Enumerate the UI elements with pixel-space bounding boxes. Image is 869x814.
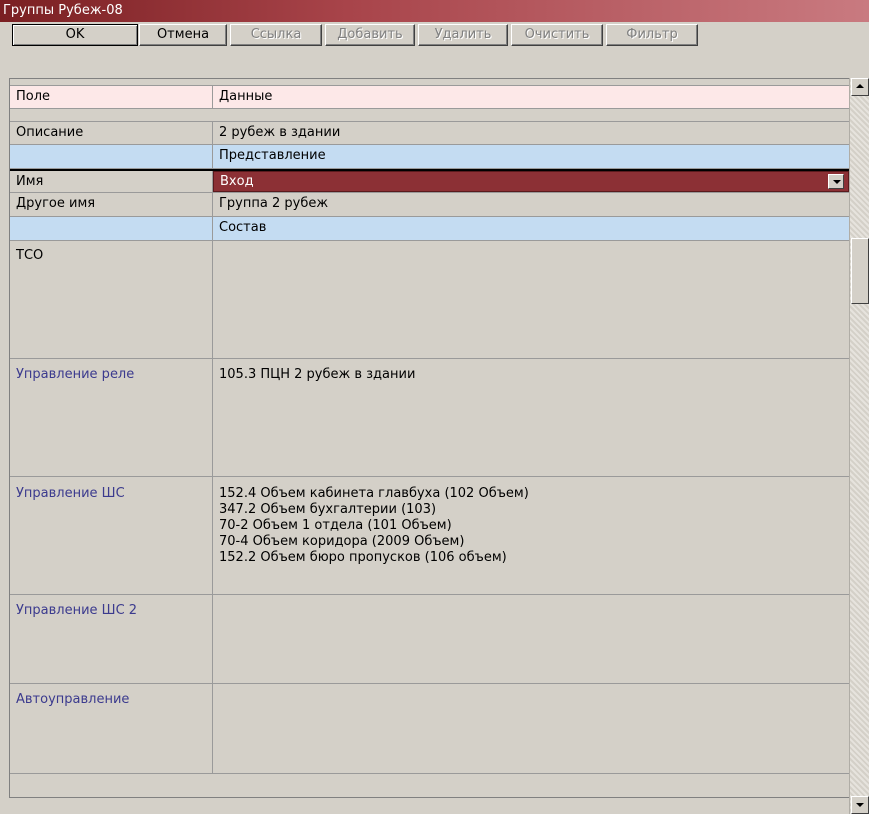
vertical-scrollbar[interactable] — [849, 78, 869, 814]
description-value[interactable]: 2 рубеж в здании — [213, 122, 849, 144]
section-composition-label: Состав — [219, 220, 267, 235]
property-grid: Поле Данные Описание 2 рубеж в здании Пр… — [9, 78, 849, 798]
row-zone-control[interactable]: Управление ШС 152.4 Объем кабинета главб… — [10, 477, 849, 595]
header-data: Данные — [219, 89, 273, 104]
name-dropdown[interactable]: Вход — [213, 171, 849, 192]
row-tco[interactable]: ТСО — [10, 241, 849, 359]
link-button[interactable]: Ссылка — [230, 24, 322, 46]
row-relay-control[interactable]: Управление реле 105.3 ПЦН 2 рубеж в здан… — [10, 359, 849, 477]
row-zone-control-2[interactable]: Управление ШС 2 — [10, 595, 849, 684]
zone-line: 70-4 Объем коридора (2009 Объем) — [219, 534, 465, 549]
header-field: Поле — [10, 86, 213, 108]
section-view-blank — [10, 145, 213, 168]
add-button[interactable]: Добавить — [325, 24, 415, 46]
section-composition-blank — [10, 217, 213, 240]
delete-button[interactable]: Удалить — [418, 24, 508, 46]
relay-control-value[interactable]: 105.3 ПЦН 2 рубеж в здании — [213, 359, 849, 476]
row-name[interactable]: Имя Вход — [10, 169, 849, 193]
scroll-down-icon[interactable] — [851, 796, 869, 814]
scroll-thumb[interactable] — [851, 238, 869, 304]
zone-line: 152.4 Объем кабинета главбуха (102 Объем… — [219, 486, 529, 501]
auto-control-label[interactable]: Автоуправление — [10, 684, 213, 773]
tco-value[interactable] — [213, 241, 849, 358]
other-name-value[interactable]: Группа 2 рубеж — [213, 193, 849, 216]
section-composition: Состав — [10, 217, 849, 241]
row-description[interactable]: Описание 2 рубеж в здании — [10, 121, 849, 145]
auto-control-value[interactable] — [213, 684, 849, 773]
window-title: Группы Рубеж-08 — [0, 0, 869, 22]
zone-control-2-value[interactable] — [213, 595, 849, 683]
other-name-label: Другое имя — [10, 193, 213, 216]
clear-button[interactable]: Очистить — [511, 24, 603, 46]
row-other-name[interactable]: Другое имя Группа 2 рубеж — [10, 193, 849, 217]
relay-control-label[interactable]: Управление реле — [10, 359, 213, 476]
name-label: Имя — [10, 171, 213, 192]
zone-control-value[interactable]: 152.4 Объем кабинета главбуха (102 Объем… — [213, 477, 849, 594]
zone-control-2-label[interactable]: Управление ШС 2 — [10, 595, 213, 683]
row-auto-control[interactable]: Автоуправление — [10, 684, 849, 774]
zone-control-label[interactable]: Управление ШС — [10, 477, 213, 594]
filter-button[interactable]: Фильтр — [606, 24, 698, 46]
name-value: Вход — [220, 174, 254, 189]
zone-line: 152.2 Объем бюро пропусков (106 объем) — [219, 550, 507, 565]
toolbar: OK Отмена Ссылка Добавить Удалить Очисти… — [0, 22, 869, 74]
description-label: Описание — [10, 122, 213, 144]
ok-button[interactable]: OK — [12, 24, 138, 46]
scroll-up-icon[interactable] — [851, 78, 869, 96]
zone-line: 70-2 Объем 1 отдела (101 Объем) — [219, 518, 452, 533]
tco-label: ТСО — [10, 241, 213, 358]
grid-header-row: Поле Данные — [10, 85, 849, 109]
chevron-down-icon[interactable] — [828, 174, 844, 189]
section-view: Представление — [10, 145, 849, 169]
section-view-label: Представление — [219, 148, 326, 163]
zone-line: 347.2 Объем бухгалтерии (103) — [219, 502, 437, 517]
cancel-button[interactable]: Отмена — [139, 24, 227, 46]
